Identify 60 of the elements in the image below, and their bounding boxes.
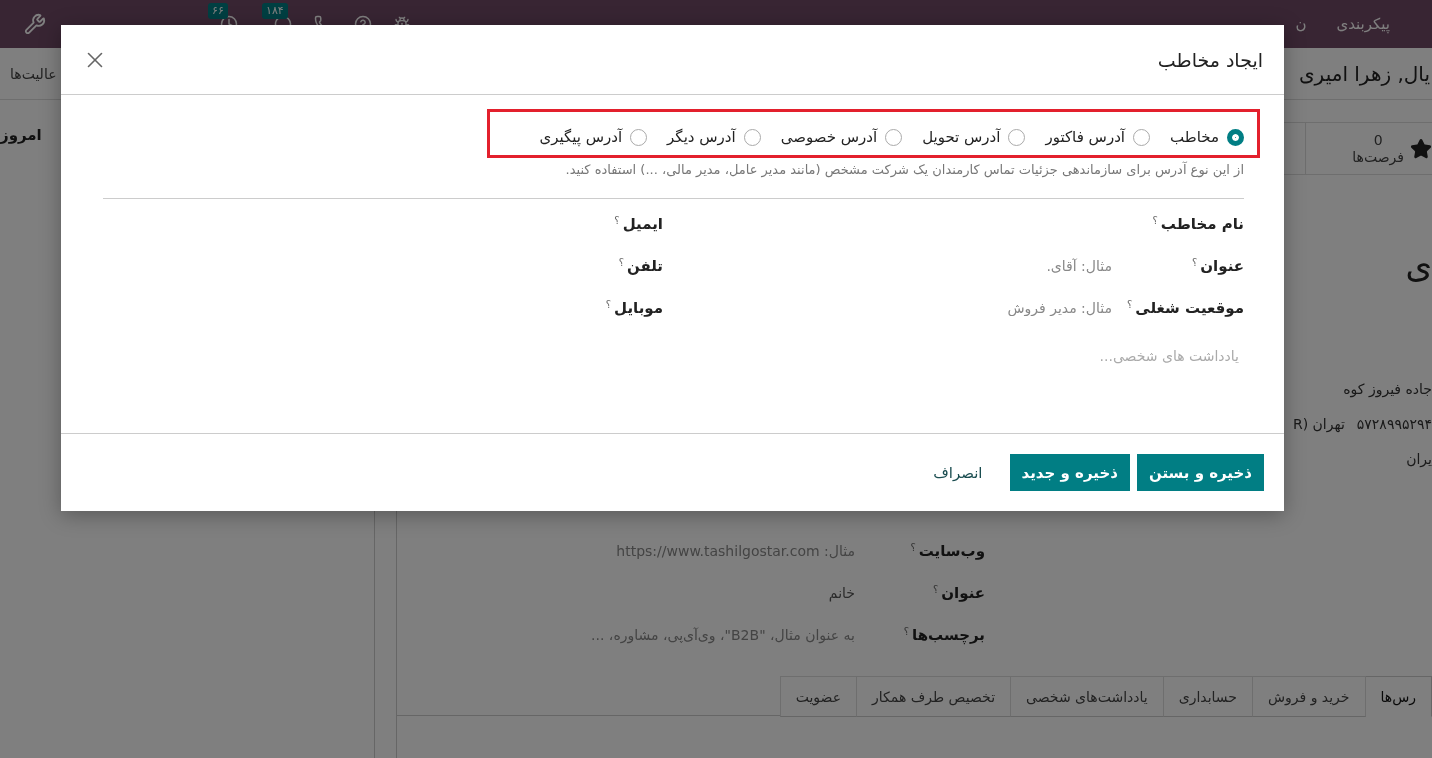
help-mark[interactable]: ؟ <box>614 215 620 226</box>
address-text: جاده فیروز کوه <box>1343 380 1432 400</box>
radio-button[interactable] <box>885 128 903 146</box>
wrench-icon[interactable] <box>24 13 46 35</box>
partner-name: ی <box>1405 245 1432 285</box>
type-description: از این نوع آدرس برای سازماندهی جزئیات تماس کارمندان یک شرکت مشخص (مانند مدیر عامل، مدیر مالی، ...) استفاده کنید. <box>564 160 1244 180</box>
save-button[interactable]: ذخیره و جدید <box>1009 454 1130 491</box>
count-badge: ۱۸۴ <box>262 3 288 19</box>
radio-button[interactable] <box>1133 128 1151 146</box>
help-mark[interactable]: ؟ <box>1126 299 1133 310</box>
tab[interactable]: عضویت <box>779 676 858 717</box>
input-field[interactable]: مثال: آقای. <box>683 251 1114 281</box>
radio-option[interactable]: مخاطب <box>1170 128 1244 146</box>
help-mark[interactable]: ؟ <box>618 257 624 268</box>
tab[interactable]: تخصیص طرف همکار <box>856 676 1012 717</box>
radio-button[interactable] <box>743 128 761 146</box>
tab[interactable]: حسابداری <box>1162 676 1253 717</box>
help-mark[interactable]: ؟ <box>903 626 910 637</box>
radio-option[interactable]: آدرس پیگیری <box>539 128 648 146</box>
help-mark[interactable]: ؟ <box>1152 215 1158 226</box>
field-label: تلفن <box>626 257 663 275</box>
field-label: عنوان <box>941 584 985 602</box>
radio-button[interactable] <box>1227 128 1244 146</box>
tab[interactable]: یادداشت‌های شخصی <box>1010 676 1164 717</box>
field-label: وب‌سایت <box>918 542 985 560</box>
field-label: عنوان <box>1200 257 1244 275</box>
field-label: برچسب‌ها <box>912 626 985 644</box>
field-label: نام مخاطب <box>1160 215 1244 233</box>
help-mark[interactable]: ؟ <box>605 299 611 310</box>
menu-item[interactable]: پیکربندی <box>1336 15 1390 33</box>
input-field[interactable]: به عنوان مثال، "B2B"، وی‌آی‌پی، مشاوره، ... <box>591 627 855 643</box>
star-icon <box>1410 137 1432 160</box>
radio-button[interactable] <box>630 128 648 146</box>
tab[interactable]: خرید و فروش <box>1251 676 1366 717</box>
help-mark[interactable]: ؟ <box>1191 257 1198 268</box>
radio-option[interactable]: آدرس خصوصی <box>780 128 903 146</box>
dialog-title: ایجاد مخاطب <box>1157 48 1263 71</box>
radio-button[interactable] <box>1008 128 1026 146</box>
address-text: یران <box>1406 450 1432 470</box>
input-field[interactable]: مثال: مدیر فروش <box>683 293 1114 323</box>
address-text: تهران (R <box>1292 415 1345 435</box>
record-title: یال, زهرا امیری <box>1298 61 1430 86</box>
save-button[interactable]: ذخیره و بستن <box>1136 454 1264 491</box>
help-mark[interactable]: ؟ <box>910 542 916 553</box>
field-label: موقعیت شغلی <box>1135 299 1244 317</box>
address-text: ۵۷۲۸۹۹۵۲۹۴ <box>1356 415 1432 434</box>
cancel-button[interactable]: انصراف <box>921 454 995 491</box>
tab[interactable]: رس‌ها <box>1364 676 1432 717</box>
field-label: موبایل <box>614 299 663 317</box>
radio-option[interactable]: آدرس فاکتور <box>1045 128 1151 146</box>
field-value: خانم <box>828 585 855 601</box>
input-field[interactable]: مثال: https://www.tashilgostar.com <box>616 543 855 559</box>
radio-option[interactable]: آدرس دیگر <box>667 128 761 146</box>
field-label: ایمیل <box>622 215 663 233</box>
menu-item[interactable]: ن <box>1295 15 1307 33</box>
radio-option[interactable]: آدرس تحویل <box>922 128 1026 146</box>
help-mark[interactable]: ؟ <box>932 584 939 595</box>
count-badge: ۶۶ <box>208 3 228 19</box>
breadcrumb-link[interactable]: عالیت‌ها <box>10 65 57 82</box>
date-separator: امروز <box>0 126 42 146</box>
